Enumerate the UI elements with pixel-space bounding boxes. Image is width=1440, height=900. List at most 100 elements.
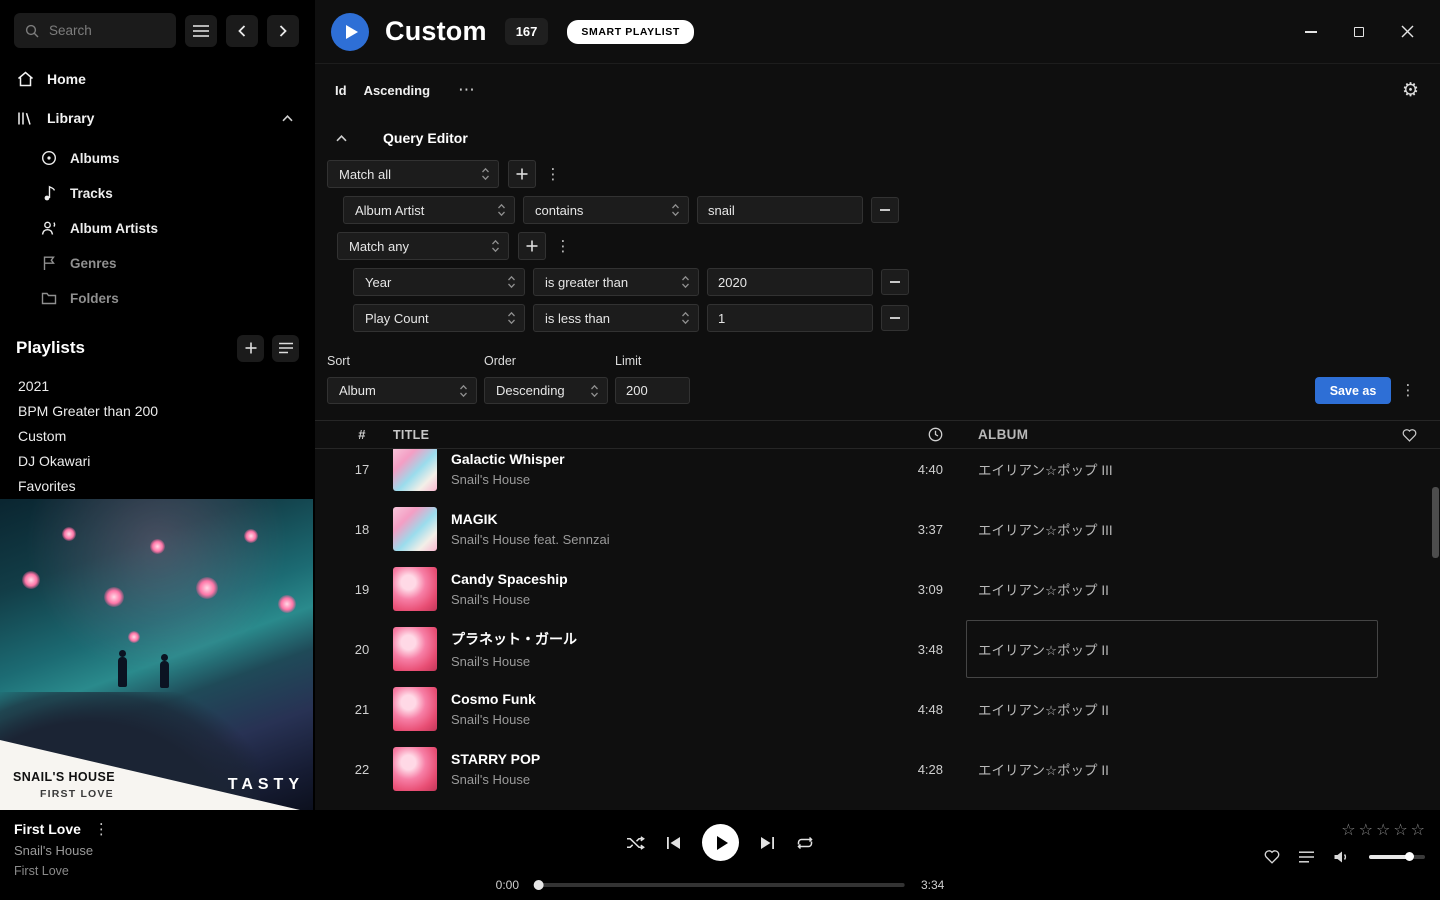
play-pause-button[interactable] xyxy=(702,824,739,861)
order-select[interactable]: Descending xyxy=(484,377,608,404)
close-button[interactable] xyxy=(1396,21,1418,43)
settings-button[interactable]: ⚙ xyxy=(1402,81,1419,100)
remove-rule-button[interactable] xyxy=(871,197,899,223)
sidebar-item-albums[interactable]: Albums xyxy=(0,141,315,176)
search-input[interactable] xyxy=(47,22,157,39)
add-rule-button[interactable] xyxy=(518,232,546,260)
sidebar-item-tracks[interactable]: Tracks xyxy=(0,176,315,211)
column-album[interactable]: ALBUM xyxy=(966,426,1378,443)
sort-order-button[interactable]: Ascending xyxy=(364,83,430,98)
track-row[interactable]: 21 Cosmo Funk Snail's House 4:48 エイリアン☆ポ… xyxy=(315,679,1440,739)
queue-button[interactable] xyxy=(1299,851,1314,863)
shuffle-button[interactable] xyxy=(626,836,645,850)
match-mode-select[interactable]: Match any xyxy=(337,232,509,260)
limit-input[interactable] xyxy=(615,377,690,404)
rule-operator-value: is less than xyxy=(545,311,610,326)
sidebar-item-album-artists[interactable]: Album Artists xyxy=(0,211,315,246)
album-art-thumbnail[interactable] xyxy=(393,567,437,611)
rule-operator-select[interactable]: is greater than xyxy=(533,268,699,296)
album-art-thumbnail[interactable] xyxy=(393,449,437,491)
scrollbar-thumb[interactable] xyxy=(1432,487,1439,558)
track-row[interactable]: 17 Galactic Whisper Snail's House 4:40 エ… xyxy=(315,449,1440,499)
menu-button[interactable] xyxy=(185,15,217,47)
now-playing-artist[interactable]: Snail's House xyxy=(14,843,109,858)
now-playing-album[interactable]: First Love xyxy=(14,864,109,878)
rating-star[interactable]: ☆ xyxy=(1411,822,1425,838)
sort-field-button[interactable]: Id xyxy=(335,83,347,98)
playlist-item[interactable]: DJ Okawari xyxy=(0,449,315,474)
rule-value-input[interactable] xyxy=(707,268,873,296)
playlist-item[interactable]: Favorites xyxy=(0,474,315,499)
group-menu-button[interactable]: ⋮ xyxy=(553,232,573,260)
library-collapse-chevron-icon[interactable] xyxy=(282,115,299,122)
track-album[interactable]: エイリアン☆ポップ II xyxy=(966,740,1378,798)
maximize-button[interactable] xyxy=(1348,21,1370,43)
album-art-thumbnail[interactable] xyxy=(393,627,437,671)
rule-operator-select[interactable]: contains xyxy=(523,196,689,224)
playlist-play-button[interactable] xyxy=(331,13,369,51)
sort-select[interactable]: Album xyxy=(327,377,477,404)
volume-slider[interactable] xyxy=(1369,855,1425,859)
track-album[interactable]: エイリアン☆ポップ III xyxy=(966,449,1378,498)
rule-field-select[interactable]: Play Count xyxy=(353,304,525,332)
track-album[interactable]: エイリアン☆ポップ II xyxy=(966,560,1378,618)
track-album[interactable]: エイリアン☆ポップ III xyxy=(966,500,1378,558)
album-art-thumbnail[interactable] xyxy=(393,747,437,791)
playlist-item[interactable]: 2021 xyxy=(0,374,315,399)
column-number[interactable]: # xyxy=(345,427,379,442)
sidebar-item-home[interactable]: Home xyxy=(0,60,315,99)
previous-button[interactable] xyxy=(666,836,681,850)
add-playlist-button[interactable] xyxy=(237,335,264,362)
more-options-button[interactable]: ⋯ xyxy=(458,80,475,100)
rule-value-input[interactable] xyxy=(697,196,863,224)
minimize-button[interactable] xyxy=(1300,21,1322,43)
add-rule-button[interactable] xyxy=(508,160,536,188)
rating-star[interactable]: ☆ xyxy=(1393,822,1407,838)
save-menu-button[interactable]: ⋮ xyxy=(1398,377,1418,405)
sidebar-item-library[interactable]: Library xyxy=(0,99,315,138)
next-button[interactable] xyxy=(760,836,775,850)
album-art-thumbnail[interactable] xyxy=(393,687,437,731)
column-favorite[interactable] xyxy=(1378,428,1440,442)
volume-handle[interactable] xyxy=(1405,852,1414,861)
select-updown-icon xyxy=(671,203,680,217)
album-art-thumbnail[interactable] xyxy=(393,507,437,551)
rule-field-select[interactable]: Album Artist xyxy=(343,196,515,224)
track-album[interactable]: エイリアン☆ポップ II xyxy=(966,620,1378,678)
match-mode-select[interactable]: Match all xyxy=(327,160,499,188)
query-editor-collapse-button[interactable] xyxy=(327,135,355,142)
seek-bar[interactable] xyxy=(535,883,905,887)
track-menu-button[interactable]: ⋮ xyxy=(94,822,109,837)
column-duration[interactable] xyxy=(875,427,943,442)
kebab-icon: ⋮ xyxy=(94,820,109,838)
favorite-button[interactable] xyxy=(1264,849,1280,864)
track-row[interactable]: 20 プラネット・ガール Snail's House 3:48 エイリアン☆ポッ… xyxy=(315,619,1440,679)
save-as-button[interactable]: Save as xyxy=(1315,377,1391,404)
sidebar-item-folders[interactable]: Folders xyxy=(0,281,315,316)
playlist-item[interactable]: Custom xyxy=(0,424,315,449)
seek-handle[interactable] xyxy=(534,880,544,890)
sidebar-item-genres[interactable]: Genres xyxy=(0,246,315,281)
repeat-button[interactable] xyxy=(796,836,814,850)
rating-star[interactable]: ☆ xyxy=(1376,822,1390,838)
volume-button[interactable] xyxy=(1333,850,1350,864)
nav-back-button[interactable] xyxy=(226,15,258,47)
remove-rule-button[interactable] xyxy=(881,269,909,295)
track-row[interactable]: 19 Candy Spaceship Snail's House 3:09 エイ… xyxy=(315,559,1440,619)
group-menu-button[interactable]: ⋮ xyxy=(543,160,563,188)
playlist-list-button[interactable] xyxy=(272,335,299,362)
column-title[interactable]: TITLE xyxy=(393,428,875,442)
track-row[interactable]: 22 STARRY POP Snail's House 4:28 エイリアン☆ポ… xyxy=(315,739,1440,799)
rating-star[interactable]: ☆ xyxy=(1359,822,1373,838)
minus-icon xyxy=(880,209,890,211)
track-album[interactable]: エイリアン☆ポップ II xyxy=(966,680,1378,738)
search-box[interactable] xyxy=(14,13,176,48)
nav-forward-button[interactable] xyxy=(267,15,299,47)
playlist-item[interactable]: BPM Greater than 200 xyxy=(0,399,315,424)
rule-field-select[interactable]: Year xyxy=(353,268,525,296)
rule-operator-select[interactable]: is less than xyxy=(533,304,699,332)
rule-value-input[interactable] xyxy=(707,304,873,332)
remove-rule-button[interactable] xyxy=(881,305,909,331)
rating-star[interactable]: ☆ xyxy=(1341,822,1355,838)
track-row[interactable]: 18 MAGIK Snail's House feat. Sennzai 3:3… xyxy=(315,499,1440,559)
